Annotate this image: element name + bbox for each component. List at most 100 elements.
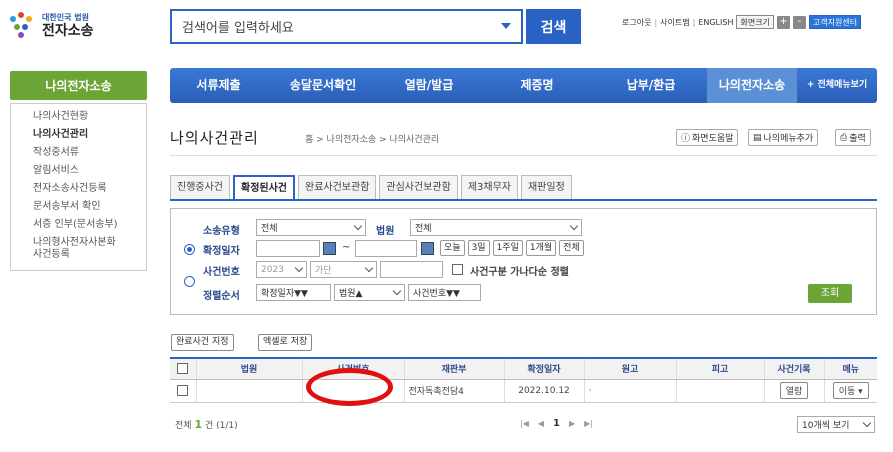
search-input[interactable]: 검색어를 입력하세요 [170, 9, 523, 44]
view-record-button[interactable]: 열람 [779, 382, 809, 399]
logo-title: 전자소송 [42, 23, 94, 39]
tab-in-progress[interactable]: 진행중사건 [170, 175, 230, 199]
period-1week-button[interactable]: 1주일 [492, 240, 523, 256]
row-record-cell: 열람 [763, 379, 824, 403]
sort2-select[interactable]: 법원▲ [334, 284, 405, 301]
tab-interest[interactable]: 관심사건보관함 [379, 175, 458, 199]
left-item-drafts[interactable]: 작성중서류 [11, 144, 146, 162]
tab-completed[interactable]: 완료사건보관함 [298, 175, 377, 199]
sitemap-link[interactable]: 사이트맵 [660, 17, 689, 28]
left-item-criminal-copy-2[interactable]: 사건등록 [11, 249, 146, 264]
printer-icon: ⎙ [840, 132, 848, 143]
chevron-down-icon [364, 263, 374, 273]
case-type-select[interactable]: 전체 [256, 219, 366, 236]
gnb-payment[interactable]: 납부/환급 [595, 68, 707, 103]
left-item-case-manage[interactable]: 나의사건관리 [11, 126, 146, 144]
add-my-menu-button[interactable]: ▤ 나의메뉴추가 [748, 129, 819, 146]
sort3-select[interactable]: 사건번호▼▼ [408, 284, 481, 301]
excel-save-button[interactable]: 엑셀로 저장 [258, 334, 313, 351]
total-number: 1 [194, 418, 203, 431]
tab-underline [170, 199, 877, 201]
left-item-alerts[interactable]: 알림서비스 [11, 162, 146, 180]
font-size-label: 화면크기 [736, 15, 774, 29]
search-placeholder: 검색어를 입력하세요 [182, 21, 294, 36]
page-number[interactable]: 1 [553, 418, 560, 429]
filter-search-button[interactable]: 조회 [808, 284, 852, 303]
logout-link[interactable]: 로그아웃 [622, 17, 651, 28]
col-division[interactable]: 재판부 [403, 357, 504, 380]
case-class-select[interactable]: 가단 [310, 261, 377, 278]
gnb-certificate[interactable]: 제증명 [479, 68, 595, 103]
case-sort-checkbox[interactable] [452, 264, 463, 275]
total-count: 전체 1 건 (1/1) [175, 418, 238, 431]
calendar-icon[interactable] [323, 242, 336, 255]
font-plus-button[interactable]: + [776, 15, 790, 29]
tab-trial-schedule[interactable]: 재판일정 [520, 175, 572, 199]
select-all-checkbox[interactable] [177, 363, 189, 375]
divider [170, 155, 877, 156]
col-plaintiff[interactable]: 원고 [583, 357, 676, 380]
row-court [195, 379, 302, 403]
start-date-input[interactable] [256, 240, 320, 257]
col-date[interactable]: 확정일자 [503, 357, 584, 380]
left-menu: 나의사건현황 나의사건관리 작성중서류 알림서비스 전자소송사건등록 문서송부서… [10, 103, 147, 271]
redaction-circle [306, 368, 393, 406]
case-number-label: 사건번호 [203, 267, 240, 278]
gnb-view-issue[interactable]: 열람/발급 [379, 68, 479, 103]
per-page-select[interactable]: 10개씩 보기 [797, 416, 875, 433]
search-button[interactable]: 검색 [526, 9, 581, 44]
row-checkbox[interactable] [177, 385, 189, 396]
gnb-my-ecourt[interactable]: 나의전자소송 [707, 68, 797, 103]
court-label: 법원 [376, 226, 395, 237]
tab-third-debtor[interactable]: 제3채무자 [460, 175, 518, 199]
table-header-row: 법원 사건번호 재판부 확정일자 원고 피고 사건기록 메뉴 [170, 357, 877, 380]
left-menu-title[interactable]: 나의전자소송 [10, 71, 147, 100]
first-page-icon[interactable]: |◀ [520, 419, 529, 428]
logo[interactable]: 대한민국 법원 전자소송 [8, 12, 94, 40]
left-item-evidence[interactable]: 서증 인부(문서송부) [11, 216, 146, 234]
prev-page-icon[interactable]: ◀ [538, 419, 544, 428]
confirm-date-radio[interactable] [184, 244, 195, 255]
help-button[interactable]: ⓘ 화면도움말 [676, 129, 739, 146]
left-item-case-register[interactable]: 전자소송사건등록 [11, 180, 146, 198]
tab-confirmed[interactable]: 확정된사건 [233, 175, 295, 199]
print-button[interactable]: ⎙ 출력 [835, 129, 871, 146]
english-link[interactable]: ENGLISH [698, 18, 733, 27]
left-item-case-status[interactable]: 나의사건현황 [11, 108, 146, 126]
end-date-input[interactable] [355, 240, 417, 257]
col-defendant[interactable]: 피고 [675, 357, 764, 380]
left-item-doc-send-check[interactable]: 문서송부서 확인 [11, 198, 146, 216]
gnb-submit[interactable]: 서류제출 [170, 68, 267, 103]
left-item-criminal-copy[interactable]: 나의형사전자사본화 [11, 234, 146, 249]
court-logo-icon [8, 12, 36, 40]
period-3day-button[interactable]: 3일 [467, 240, 490, 256]
support-center-button[interactable]: 고객지원센터 [808, 15, 862, 29]
next-page-icon[interactable]: ▶ [569, 419, 575, 428]
period-all-button[interactable]: 전체 [559, 240, 584, 256]
table-row[interactable]: 전자독촉전담4 2022.10.12 · 열람 이동 ▾ [170, 379, 877, 403]
case-number-input[interactable] [380, 261, 443, 278]
case-number-radio[interactable] [184, 276, 195, 287]
period-1month-button[interactable]: 1개월 [525, 240, 557, 256]
calendar-icon[interactable] [421, 242, 434, 255]
sort1-select[interactable]: 확정일자▼▼ [256, 284, 331, 301]
complete-case-button[interactable]: 완료사건 지정 [171, 334, 234, 351]
move-menu-button[interactable]: 이동 ▾ [832, 382, 869, 399]
col-menu: 메뉴 [823, 357, 877, 380]
col-court[interactable]: 법원 [195, 357, 302, 380]
court-select[interactable]: 전체 [410, 219, 582, 236]
period-today-button[interactable]: 오늘 [440, 240, 465, 256]
font-minus-button[interactable]: - [792, 15, 806, 29]
row-checkbox-cell [170, 379, 196, 403]
tab-bar: 진행중사건 확정된사건 완료사건보관함 관심사건보관함 제3채무자 재판일정 [170, 175, 572, 199]
search-dropdown-icon[interactable] [501, 23, 511, 29]
confirm-date-label: 확정일자 [203, 246, 240, 257]
page-title: 나의사건관리 [170, 129, 259, 147]
chevron-down-icon [392, 286, 402, 296]
last-page-icon[interactable]: ▶| [584, 419, 593, 428]
gnb-delivery[interactable]: 송달문서확인 [267, 68, 379, 103]
chevron-down-icon [862, 418, 872, 428]
pagination: |◀ ◀ 1 ▶ ▶| [520, 418, 593, 429]
gnb-all-menu[interactable]: + 전체메뉴보기 [797, 68, 877, 103]
year-select[interactable]: 2023 [256, 261, 307, 278]
